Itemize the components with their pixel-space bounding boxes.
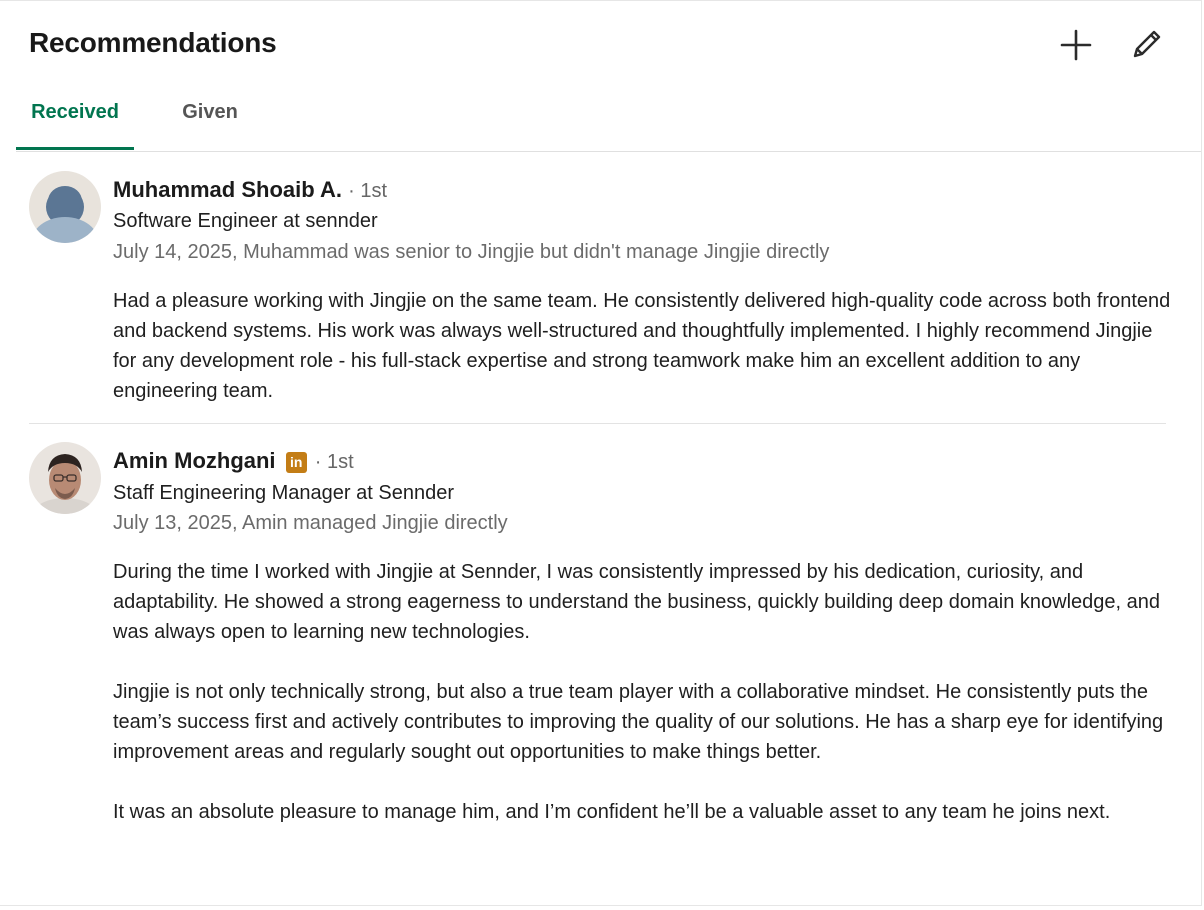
recommender-name[interactable]: Muhammad Shoaib A. [113,177,342,202]
linkedin-premium-icon: in [285,452,307,473]
connection-degree: · 1st [348,180,388,202]
recommendation-tabs: Received Given [16,89,1201,151]
tabs-divider [16,151,1201,152]
recommender-headline: Software Engineer at sennder [113,210,378,232]
recommendation-paragraph: Had a pleasure working with Jingjie on t… [113,290,1171,402]
avatar[interactable] [29,171,101,243]
profile-photo [29,442,101,514]
recommender-headline: Staff Engineering Manager at Sennder [113,482,454,504]
recommender-name-line: Muhammad Shoaib A. · 1st [113,177,387,203]
recommendation-text: Had a pleasure working with Jingjie on t… [113,286,1173,406]
default-avatar-icon [29,171,101,243]
section-title: Recommendations [29,27,277,58]
connection-degree: · 1st [314,451,354,473]
active-tab-indicator [16,147,134,150]
recommendation-paragraph: It was an absolute pleasure to manage hi… [113,801,1111,823]
plus-icon [1060,29,1092,61]
recommendation-paragraph: During the time I worked with Jingjie at… [113,561,1160,643]
recommendations-card: Recommendations Received Given Muhammad … [0,0,1202,906]
add-recommendation-button[interactable] [1056,25,1096,65]
recommendation-meta: July 14, 2025, Muhammad was senior to Ji… [113,241,830,263]
recommender-name[interactable]: Amin Mozhgani [113,448,276,473]
tab-received[interactable]: Received [16,89,134,151]
recommendation-paragraph: Jingjie is not only technically strong, … [113,681,1164,763]
tab-given[interactable]: Given [166,89,254,151]
avatar[interactable] [29,442,101,514]
edit-recommendations-button[interactable] [1126,25,1166,65]
recommendation-divider [29,423,1166,424]
recommender-name-line: Amin Mozhgani in · 1st [113,448,354,474]
recommendation-meta: July 13, 2025, Amin managed Jingjie dire… [113,512,508,534]
recommendation-text: During the time I worked with Jingjie at… [113,557,1173,827]
pencil-icon [1133,30,1161,58]
